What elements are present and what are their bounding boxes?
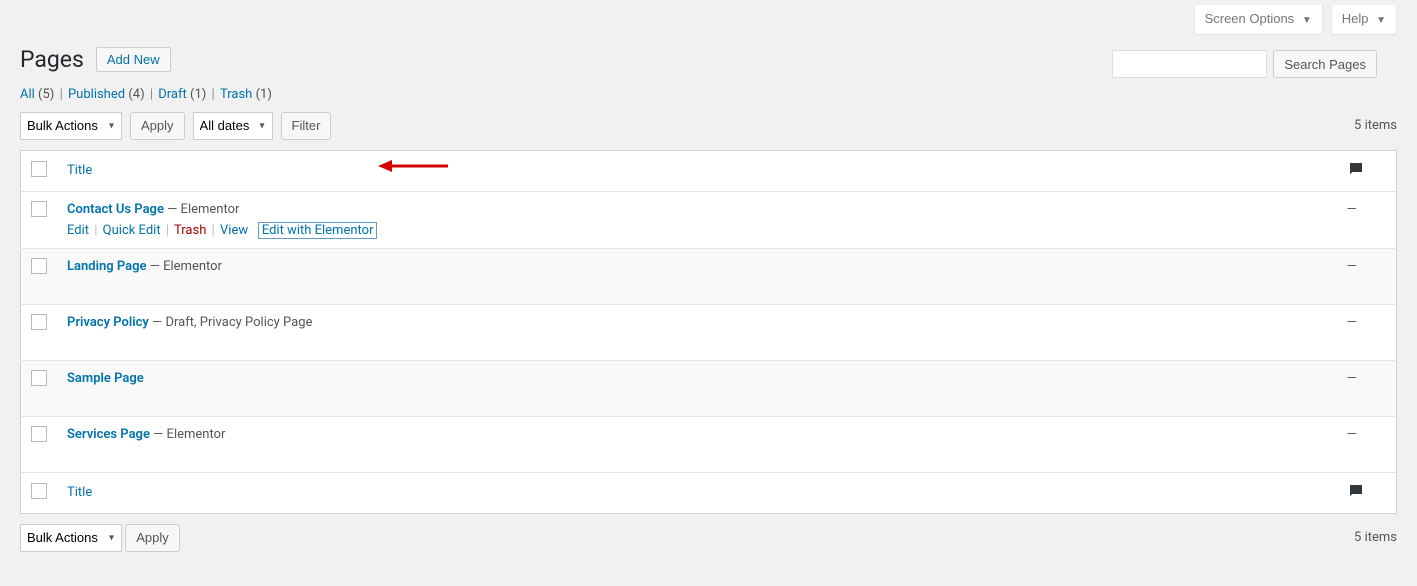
row-checkbox[interactable] (31, 201, 47, 217)
page-suffix: — Elementor (150, 427, 225, 442)
items-count-top: 5 items (1354, 118, 1397, 133)
dropdown-icon: ▼ (1302, 15, 1312, 26)
edit-link[interactable]: Edit (67, 223, 89, 238)
screen-options-button[interactable]: Screen Options ▼ (1194, 5, 1323, 35)
trash-link[interactable]: Trash (174, 223, 206, 238)
page-title: Pages (20, 45, 84, 75)
table-row: Contact Us Page — Elementor Edit | Quick… (21, 191, 1397, 248)
comments-cell: — (1337, 191, 1397, 248)
quick-edit-link[interactable]: Quick Edit (103, 223, 161, 238)
comments-cell: — (1337, 360, 1397, 416)
row-checkbox[interactable] (31, 314, 47, 330)
row-checkbox[interactable] (31, 426, 47, 442)
apply-button-top[interactable]: Apply (130, 112, 185, 140)
help-button[interactable]: Help ▼ (1331, 5, 1397, 35)
comments-cell: — (1337, 304, 1397, 360)
search-input[interactable] (1112, 50, 1267, 78)
column-title-header[interactable]: Title (57, 150, 1337, 191)
page-title-link[interactable]: Contact Us Page (67, 202, 164, 217)
filter-all-link[interactable]: All (20, 87, 35, 102)
date-filter-select[interactable]: All dates (193, 112, 273, 140)
items-count-bottom: 5 items (1354, 530, 1397, 545)
comments-cell: — (1337, 248, 1397, 304)
comments-icon[interactable] (1347, 167, 1365, 182)
filter-published-link[interactable]: Published (68, 87, 125, 102)
page-title-link[interactable]: Services Page (67, 427, 150, 442)
search-pages-button[interactable]: Search Pages (1273, 50, 1377, 78)
row-checkbox[interactable] (31, 258, 47, 274)
page-title-link[interactable]: Sample Page (67, 371, 144, 386)
filter-all-count: (5) (38, 87, 54, 102)
table-row: Sample Page — (21, 360, 1397, 416)
table-row: Services Page — Elementor — (21, 416, 1397, 472)
view-link[interactable]: View (220, 223, 248, 238)
page-suffix: — Elementor (164, 202, 239, 217)
filter-published-count: (4) (128, 87, 144, 102)
edit-with-elementor-link[interactable]: Edit with Elementor (258, 222, 378, 239)
add-new-button[interactable]: Add New (96, 47, 171, 72)
page-title-link[interactable]: Landing Page (67, 259, 147, 274)
page-title-link[interactable]: Privacy Policy (67, 315, 149, 330)
pages-table: Title Contact Us Page — Elementor Edit |… (20, 150, 1397, 514)
row-checkbox[interactable] (31, 370, 47, 386)
page-suffix: — Elementor (147, 259, 222, 274)
row-actions: Edit | Quick Edit | Trash | View Edit wi… (67, 223, 1327, 238)
bulk-actions-select[interactable]: Bulk Actions (20, 112, 122, 140)
screen-options-label: Screen Options (1205, 11, 1295, 26)
select-all-checkbox-top[interactable] (31, 161, 47, 177)
filter-draft-count: (1) (190, 87, 206, 102)
status-filter-links: All (5) | Published (4) | Draft (1) | Tr… (20, 87, 1397, 102)
filter-trash-count: (1) (256, 87, 272, 102)
filter-trash-link[interactable]: Trash (220, 87, 252, 102)
bulk-actions-select-bottom[interactable]: Bulk Actions (20, 524, 122, 552)
table-row: Privacy Policy — Draft, Privacy Policy P… (21, 304, 1397, 360)
comments-cell: — (1337, 416, 1397, 472)
select-all-checkbox-bottom[interactable] (31, 483, 47, 499)
dropdown-icon: ▼ (1376, 15, 1386, 26)
apply-button-bottom[interactable]: Apply (125, 524, 180, 552)
comments-icon[interactable] (1347, 489, 1365, 504)
filter-button[interactable]: Filter (281, 112, 332, 140)
column-title-footer[interactable]: Title (57, 472, 1337, 513)
page-suffix: — Draft, Privacy Policy Page (149, 315, 313, 330)
help-label: Help (1342, 11, 1369, 26)
filter-draft-link[interactable]: Draft (158, 87, 187, 102)
table-row: Landing Page — Elementor — (21, 248, 1397, 304)
